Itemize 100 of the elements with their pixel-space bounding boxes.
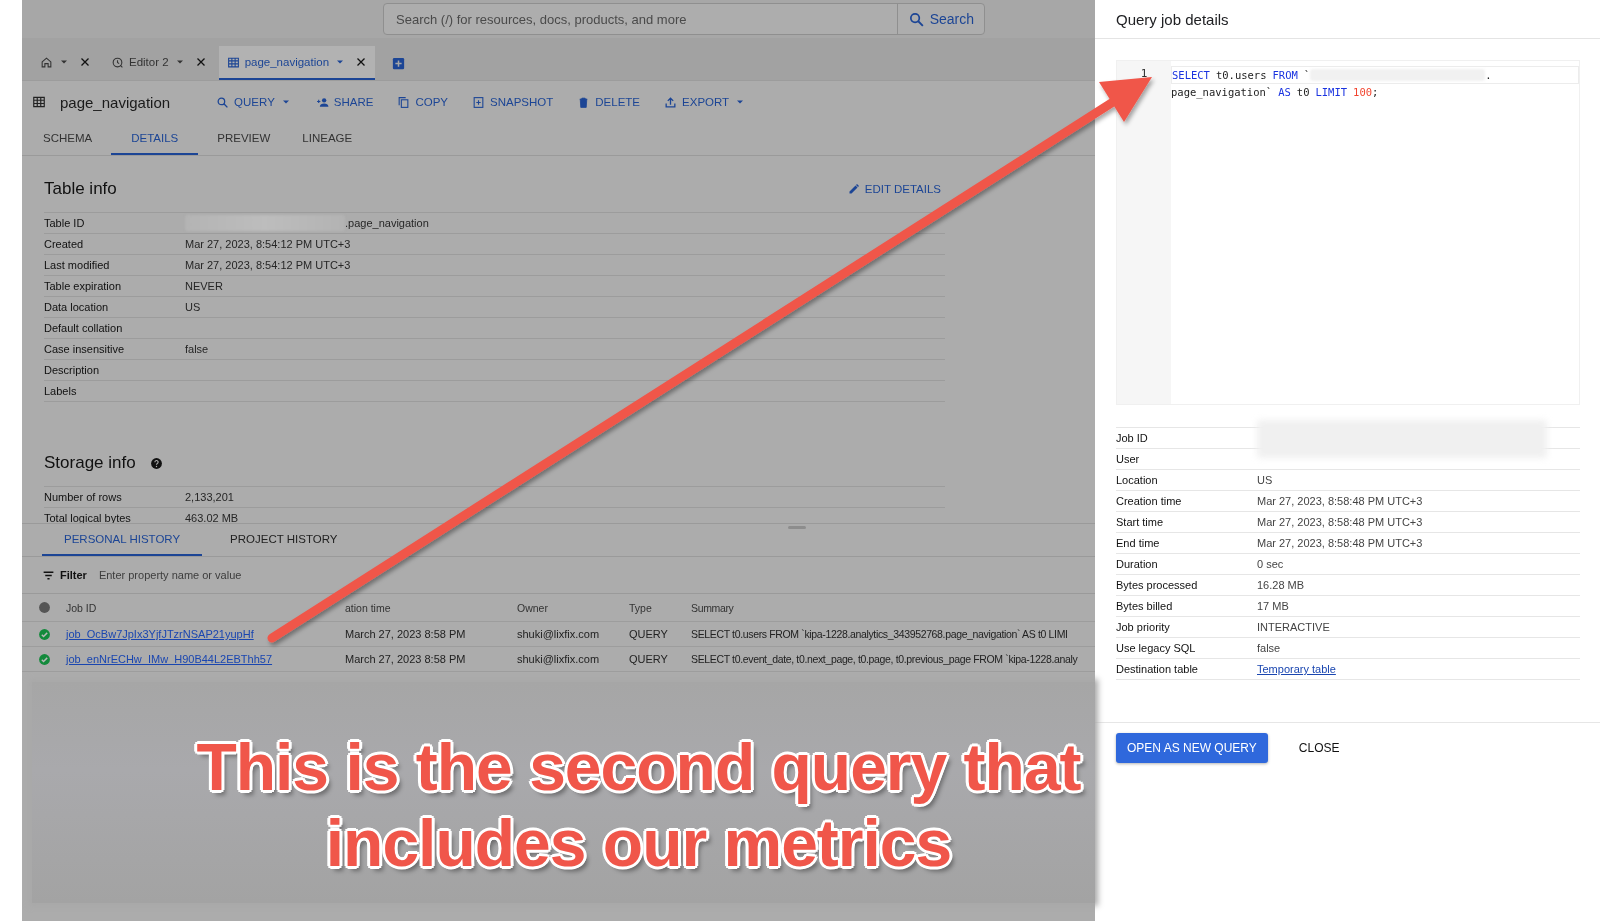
field-value: NEVER [185, 280, 223, 292]
field-label: Table ID [44, 217, 86, 229]
field-value: Mar 27, 2023, 8:54:12 PM UTC+3 [185, 259, 351, 271]
filter-button[interactable]: Filter [40, 566, 89, 584]
field-value: 16.28 MB [1257, 579, 1305, 591]
job-id-link[interactable]: job_enNrECHw_IMw_H90B44L2EBThh57 [66, 653, 273, 665]
field-label: Creation time [1116, 495, 1183, 507]
toolbar-button[interactable]: COPY [391, 89, 455, 115]
field-label: Use legacy SQL [1116, 642, 1197, 654]
toolbar-button[interactable]: DELETE [571, 89, 647, 115]
table-cell: shuki@lixfix.com [517, 628, 600, 640]
table-icon [226, 55, 240, 69]
field-value: INTERACTIVE [1257, 621, 1330, 633]
field-label: Created [44, 238, 85, 250]
column-header: Owner [517, 601, 548, 614]
toolbar-button[interactable]: SHARE [309, 89, 380, 115]
field-label: Description [44, 364, 101, 376]
plus-square-icon[interactable] [391, 56, 407, 71]
field-label: Default collation [44, 322, 124, 334]
field-label: Job priority [1116, 621, 1171, 633]
magnifier-clock-icon [111, 55, 124, 69]
table-title: page_navigation [60, 93, 171, 111]
field-value: US [1257, 474, 1273, 486]
field-label: Case insensitive [44, 343, 126, 355]
field-label: Table expiration [44, 280, 123, 292]
close-button[interactable]: CLOSE [1287, 733, 1351, 763]
table-cell: QUERY [629, 653, 668, 665]
details-tab[interactable]: SCHEMA [30, 123, 106, 155]
field-value: Mar 27, 2023, 8:58:48 PM UTC+3 [1257, 495, 1423, 507]
table-cell: March 27, 2023 8:58 PM [345, 653, 466, 665]
details-tab[interactable]: DETAILS [111, 123, 199, 155]
copy-icon [397, 95, 411, 109]
code-token: . [1485, 69, 1492, 81]
destination-link[interactable]: Temporary table [1257, 663, 1336, 675]
field-label: User [1116, 453, 1141, 465]
code-token: t0 [1296, 86, 1310, 98]
status-dot-icon [37, 601, 51, 614]
table-cell: SELECT t0.users FROM `kipa-1228.analytics_343952768.page_navigation` AS t0 LIMI [691, 628, 1068, 640]
table-cell: SELECT t0.event_date, t0.next_page, t0.page, t0.previous_page FROM `kipa-1228.analy [691, 653, 1078, 665]
close-icon[interactable] [194, 56, 207, 68]
help-icon[interactable] [149, 456, 163, 470]
field-value: false [1257, 642, 1281, 654]
line-number: 1 [1140, 67, 1148, 80]
panel-title: Query job details [1116, 10, 1229, 28]
column-header: Type [629, 601, 652, 614]
section-title: Storage info [44, 453, 136, 473]
code-token: ; [1372, 86, 1379, 98]
editor-tab[interactable]: page_navigation [218, 46, 376, 80]
toolbar-button[interactable]: QUERY [210, 89, 298, 115]
table-cell: shuki@lixfix.com [517, 653, 600, 665]
search-field[interactable]: Search (/) for resources, docs, products, and more Search [383, 3, 985, 35]
toolbar-button[interactable]: EXPORT [658, 89, 753, 115]
history-tab[interactable]: PERSONAL HISTORY [42, 524, 203, 556]
field-value: 17 MB [1257, 600, 1289, 612]
code-token: AS [1278, 86, 1291, 98]
close-icon[interactable] [79, 56, 91, 68]
table-icon [32, 95, 46, 109]
field-label: Duration [1116, 558, 1159, 570]
plus-box-icon [472, 95, 486, 109]
field-value: Mar 27, 2023, 8:58:48 PM UTC+3 [1257, 516, 1423, 528]
toolbar-button[interactable]: SNAPSHOT [466, 89, 560, 115]
field-label: Destination table [1116, 663, 1199, 675]
code-token: page_navigation` [1171, 86, 1273, 98]
job-id-link[interactable]: job_OcBw7JpIx3YjfJTzrNSAP21yupHf [66, 628, 254, 640]
field-value: 2,133,201 [185, 491, 234, 503]
field-value: Mar 27, 2023, 8:54:12 PM UTC+3 [185, 238, 351, 250]
field-label: Data location [44, 301, 110, 313]
code-token: 100 [1353, 86, 1373, 98]
code-token: FROM [1272, 69, 1298, 81]
filter-field[interactable]: Enter property name or value [96, 568, 401, 582]
open-query-button[interactable]: OPEN AS NEW QUERY [1116, 733, 1268, 763]
field-label: Bytes billed [1116, 600, 1174, 612]
close-icon[interactable] [355, 56, 368, 68]
home-icon [40, 55, 53, 69]
annotation-text: This is the second query that includes our metrics [195, 729, 1082, 881]
code-token: ` [1303, 69, 1311, 81]
search-icon [216, 95, 230, 109]
upload-icon [664, 95, 678, 109]
details-tab[interactable]: LINEAGE [289, 123, 366, 155]
field-value: US [185, 301, 201, 313]
code-token: t0.users [1215, 69, 1267, 81]
field-label: Location [1116, 474, 1159, 486]
column-header: Job ID [66, 601, 97, 614]
code-editor[interactable]: 1 SELECT t0.users FROM ` . page_navigation` AS t0 LIMIT 100; [1116, 60, 1580, 405]
column-header: Summary [691, 601, 734, 614]
check-circle-icon [37, 627, 51, 641]
table-cell: QUERY [629, 628, 668, 640]
field-value: 0 sec [1257, 558, 1284, 570]
field-label: Last modified [44, 259, 111, 271]
search-icon [907, 10, 925, 28]
search-button[interactable]: Search [896, 4, 984, 34]
details-tab[interactable]: PREVIEW [204, 123, 284, 155]
editor-tab[interactable]: Editor 2 [103, 46, 215, 80]
table-cell: March 27, 2023 8:58 PM [345, 628, 466, 640]
edit-details-button[interactable]: EDIT DETAILS [843, 179, 945, 199]
history-tab[interactable]: PROJECT HISTORY [208, 524, 360, 556]
field-label: Labels [44, 385, 78, 397]
code-token: LIMIT [1315, 86, 1348, 98]
field-label: Job ID [1116, 432, 1149, 444]
person-add-icon [315, 95, 329, 109]
